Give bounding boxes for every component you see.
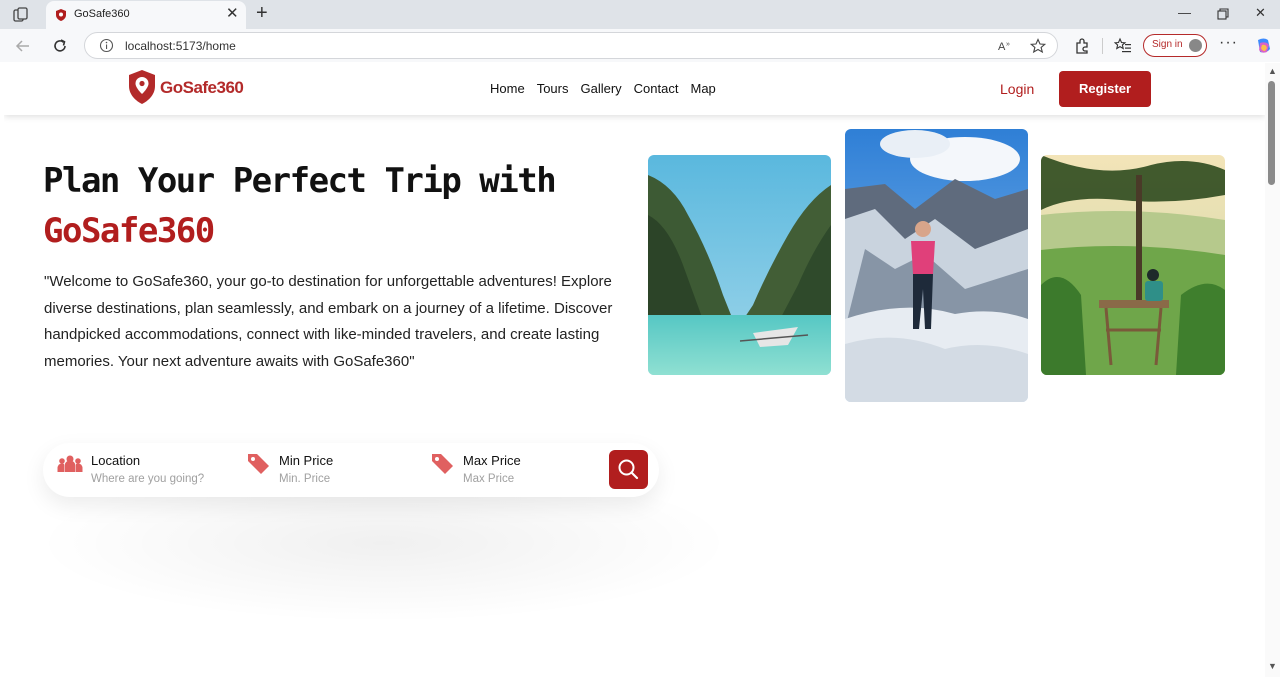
site-info-icon[interactable] <box>99 38 114 53</box>
maximize-icon[interactable] <box>1217 8 1229 20</box>
nav-contact[interactable]: Contact <box>634 81 679 96</box>
location-input[interactable] <box>91 473 231 485</box>
more-options-icon[interactable]: ··· <box>1219 34 1238 52</box>
extensions-icon[interactable] <box>1073 37 1091 55</box>
workspaces-icon[interactable] <box>12 6 30 24</box>
gosafe-favicon-icon <box>56 9 66 21</box>
hero-description: "Welcome to GoSafe360, your go-to destin… <box>44 273 613 370</box>
min-price-label: Min Price <box>279 453 334 468</box>
scroll-thumb[interactable] <box>1268 81 1275 185</box>
max-price-input[interactable] <box>463 473 603 485</box>
profile-avatar-icon <box>1189 39 1202 52</box>
max-price-label: Max Price <box>463 453 521 468</box>
search-icon <box>618 459 639 480</box>
nav-home[interactable]: Home <box>490 81 525 96</box>
nav-tours[interactable]: Tours <box>537 81 569 96</box>
min-price-field[interactable]: Min Price <box>245 450 419 490</box>
login-link[interactable]: Login <box>1000 81 1034 97</box>
shield-pin-icon <box>129 70 155 104</box>
hero-brand: GoSafe360 <box>43 211 215 251</box>
sign-in-label: Sign in <box>1152 39 1183 50</box>
browser-tab-active[interactable]: GoSafe360 ✕ <box>46 1 246 29</box>
back-arrow-icon[interactable] <box>14 37 32 55</box>
search-button[interactable] <box>609 450 648 489</box>
minimize-icon[interactable]: — <box>1178 5 1191 21</box>
copilot-icon[interactable] <box>1254 36 1274 56</box>
refresh-icon[interactable] <box>51 37 69 55</box>
logo-text: GoSafe360 <box>160 78 244 97</box>
site-logo[interactable]: GoSafe360 <box>126 69 244 107</box>
register-button[interactable]: Register <box>1059 71 1151 107</box>
nav-gallery[interactable]: Gallery <box>580 81 621 96</box>
lagoon-photo <box>648 155 831 375</box>
sign-in-button[interactable]: Sign in <box>1143 34 1207 57</box>
page-scrollbar[interactable]: ▲ ▼ <box>1265 63 1280 677</box>
read-aloud-icon[interactable]: A » <box>997 38 1013 54</box>
people-group-icon <box>57 455 83 472</box>
new-tab-icon[interactable]: + <box>256 3 268 23</box>
location-label: Location <box>91 453 141 468</box>
url-input[interactable]: localhost:5173/home A » <box>84 32 1058 59</box>
treehouse-photo <box>1041 155 1225 375</box>
browser-tab-bar: GoSafe360 ✕ + — ✕ <box>0 0 1280 29</box>
location-field[interactable]: Location <box>57 450 231 490</box>
tab-title: GoSafe360 <box>74 8 130 20</box>
favorites-list-icon[interactable] <box>1114 37 1132 55</box>
url-text: localhost:5173/home <box>125 39 236 53</box>
hero-title: Plan Your Perfect Trip with <box>43 161 557 201</box>
browser-address-bar: localhost:5173/home A » Sign in ··· <box>0 29 1280 62</box>
price-tag-icon <box>248 454 269 474</box>
main-nav: Home Tours Gallery Contact Map <box>490 81 716 96</box>
close-tab-icon[interactable]: ✕ <box>226 6 239 22</box>
close-window-icon[interactable]: ✕ <box>1255 5 1266 21</box>
favorite-star-icon[interactable] <box>1030 38 1046 54</box>
scroll-up-icon[interactable]: ▲ <box>1268 66 1277 76</box>
toolbar-divider <box>1102 38 1103 54</box>
site-header: GoSafe360 Home Tours Gallery Contact Map… <box>4 63 1265 115</box>
nav-map[interactable]: Map <box>690 81 715 96</box>
hiker-photo <box>845 129 1028 402</box>
min-price-input[interactable] <box>279 473 419 485</box>
scroll-down-icon[interactable]: ▼ <box>1268 661 1277 671</box>
page-viewport: GoSafe360 Home Tours Gallery Contact Map… <box>4 63 1265 677</box>
svg-text:A: A <box>998 41 1006 53</box>
search-bar: Location Min Price Max Price <box>43 443 659 497</box>
max-price-field[interactable]: Max Price <box>429 450 603 490</box>
price-tag-icon <box>432 454 453 474</box>
svg-text:»: » <box>1006 41 1010 48</box>
